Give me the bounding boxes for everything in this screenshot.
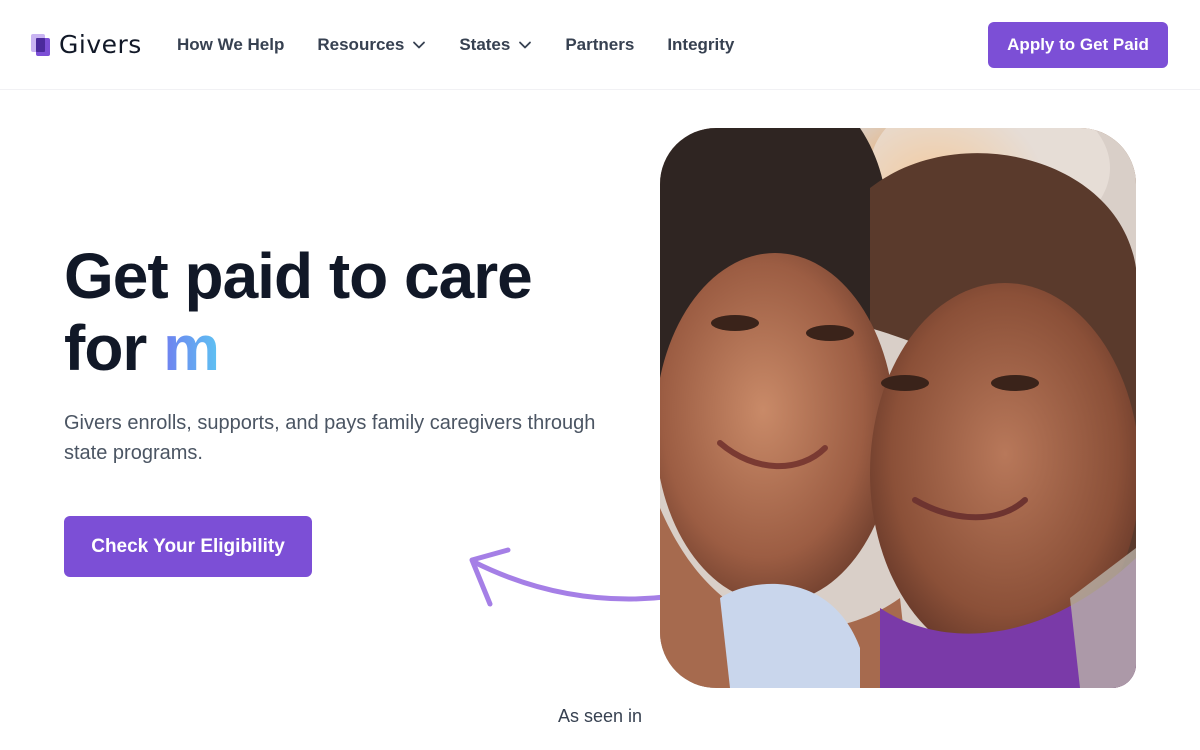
nav-label: Integrity — [667, 35, 735, 54]
nav-label: States — [459, 35, 511, 54]
brand-link[interactable]: Givers — [31, 30, 142, 59]
chevron-down-icon — [519, 41, 532, 49]
nav-integrity[interactable]: Integrity — [667, 35, 734, 55]
check-eligibility-button[interactable]: Check Your Eligibility — [64, 516, 312, 577]
nav-label: How We Help — [177, 35, 285, 54]
nav-partners[interactable]: Partners — [565, 35, 634, 55]
hero-title: Get paid to care for m — [64, 240, 624, 384]
brand-name: Givers — [59, 30, 142, 59]
caregivers-photo — [660, 128, 1136, 688]
apply-to-get-paid-button[interactable]: Apply to Get Paid — [988, 22, 1168, 68]
nav-resources[interactable]: Resources — [317, 35, 426, 55]
givers-logo-icon — [31, 33, 50, 56]
nav-how-we-help[interactable]: How We Help — [177, 35, 284, 55]
site-header: Givers How We Help Resources States Part… — [0, 0, 1200, 90]
main-nav: How We Help Resources States Partners In… — [177, 30, 767, 60]
as-seen-in-label: As seen in — [557, 706, 643, 726]
nav-states[interactable]: States — [459, 35, 532, 55]
nav-label: Resources — [317, 35, 405, 54]
chevron-down-icon — [413, 41, 426, 49]
nav-label: Partners — [565, 35, 635, 54]
hero-title-line1: Get paid to care — [64, 240, 533, 312]
hero-title-line2-prefix: for — [64, 312, 147, 384]
hero-subtitle: Givers enrolls, supports, and pays famil… — [64, 412, 596, 464]
hero-title-typed-word: m — [163, 312, 220, 384]
